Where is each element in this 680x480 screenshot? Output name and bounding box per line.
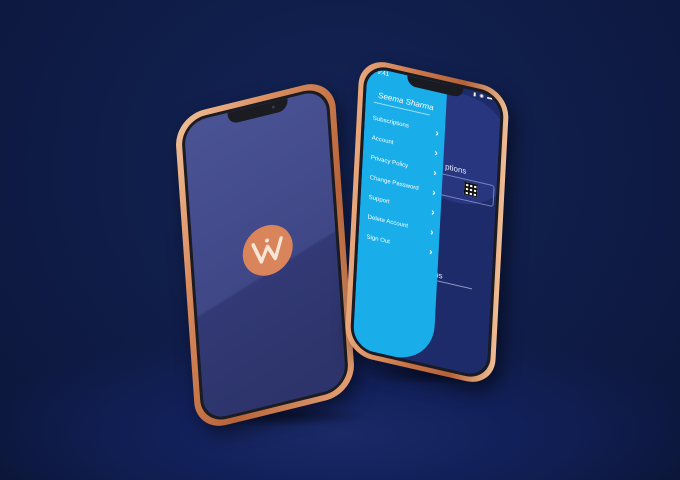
- chevron-right-icon: ›: [428, 246, 433, 259]
- menu-item-label: Privacy Policy: [370, 155, 409, 170]
- status-time: 9:41: [377, 69, 390, 79]
- qr-code-icon[interactable]: [463, 181, 478, 198]
- chevron-right-icon: ›: [430, 207, 435, 219]
- menu-item-label: Subscriptions: [372, 115, 409, 130]
- app-logo: W: [241, 219, 295, 282]
- phone-left-screen: W: [183, 88, 347, 422]
- menu-item-label: Delete Account: [367, 214, 409, 230]
- chevron-right-icon: ›: [433, 167, 437, 180]
- phone-right-screen: 9:41 ▮ ◉ ▬ ptions ptions Seema Sharma Su…: [352, 66, 502, 378]
- camera-icon: [271, 105, 275, 109]
- menu-item-label: Change Password: [369, 174, 419, 193]
- chevron-right-icon: ›: [435, 127, 440, 140]
- menu-item-label: Support: [368, 194, 390, 206]
- chevron-right-icon: ›: [434, 147, 438, 160]
- chevron-right-icon: ›: [429, 226, 434, 239]
- menu-item-label: Sign Out: [366, 234, 391, 246]
- w-logo-icon: [251, 236, 283, 264]
- phone-right: 9:41 ▮ ◉ ▬ ptions ptions Seema Sharma Su…: [344, 56, 510, 388]
- side-drawer: Seema Sharma Subscriptions › Account › P…: [352, 66, 448, 366]
- chevron-right-icon: ›: [431, 187, 436, 199]
- phone-left: W: [174, 77, 356, 433]
- menu-item-label: Account: [371, 135, 394, 147]
